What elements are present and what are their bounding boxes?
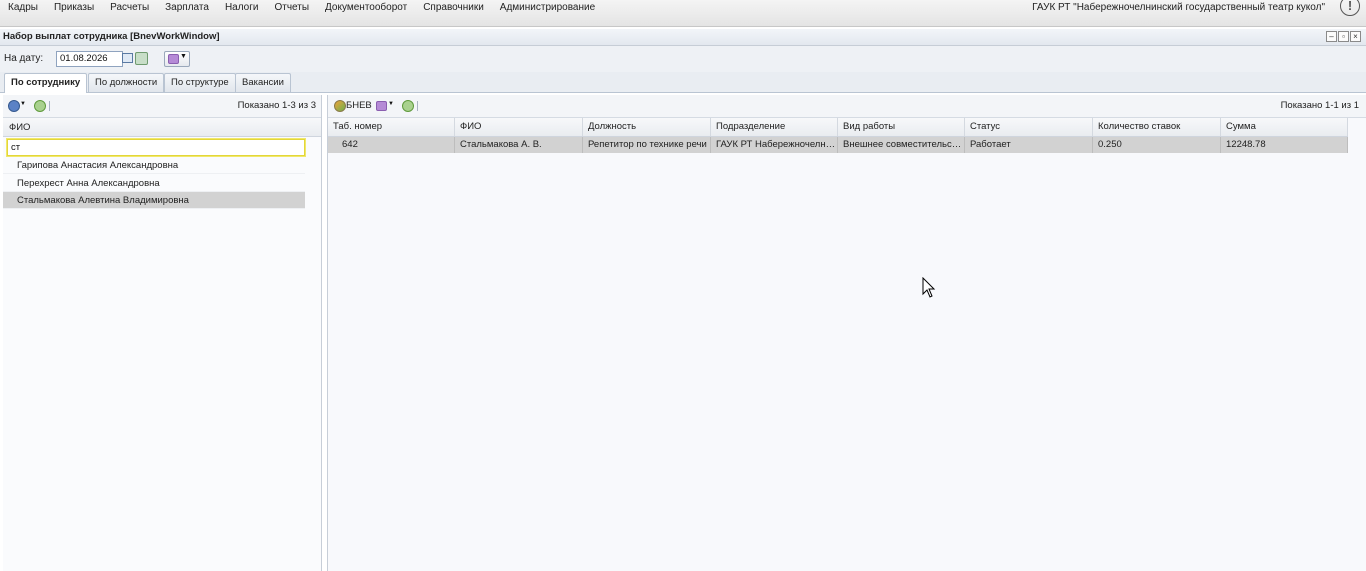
payments-toolbar: БНЕВ ▼ Показано 1-1 из 1 — [328, 95, 1366, 118]
organization-name: ГАУК РТ "Набережночелнинский государстве… — [1032, 2, 1325, 13]
actions-split-button[interactable]: ▼ — [164, 51, 190, 67]
chevron-down-icon: ▼ — [180, 53, 187, 60]
table-row[interactable]: 642 Стальмакова А. В. Репетитор по техни… — [328, 137, 1348, 153]
tabs-bar: По сотруднику По должности По структуре … — [0, 72, 1366, 93]
column-header-department[interactable]: Подразделение — [711, 118, 838, 136]
date-input[interactable]: 01.08.2026 — [56, 51, 123, 67]
mouse-cursor-icon — [922, 277, 936, 298]
cell-sum: 12248.78 — [1221, 137, 1348, 153]
refresh-icon[interactable] — [402, 100, 414, 112]
column-header-sum[interactable]: Сумма — [1221, 118, 1348, 136]
restore-icon[interactable]: ▫ — [1338, 31, 1349, 42]
payments-count: Показано 1-1 из 1 — [1280, 100, 1359, 111]
actions-icon[interactable] — [376, 101, 387, 111]
menu-item-raschety[interactable]: Расчеты — [102, 0, 157, 16]
close-icon[interactable]: × — [1350, 31, 1361, 42]
info-icon[interactable]: ! — [1340, 0, 1360, 16]
main-menubar: Кадры Приказы Расчеты Зарплата Налоги От… — [0, 0, 1366, 27]
refresh-date-icon[interactable] — [135, 52, 148, 65]
column-header-tab-number[interactable]: Таб. номер — [328, 118, 455, 136]
employee-row[interactable]: Перехрест Анна Александровна — [3, 175, 305, 192]
column-header-status[interactable]: Статус — [965, 118, 1093, 136]
payments-panel: БНЕВ ▼ Показано 1-1 из 1 Таб. номер ФИО … — [327, 95, 1366, 571]
menu-item-spravochniki[interactable]: Справочники — [415, 0, 492, 16]
bnev-button-label[interactable]: БНЕВ — [346, 100, 372, 111]
column-header-fio[interactable]: ФИО — [455, 118, 583, 136]
cell-tab-number: 642 — [328, 137, 455, 153]
main-menu: Кадры Приказы Расчеты Зарплата Налоги От… — [0, 0, 603, 16]
cell-fio: Стальмакова А. В. — [455, 137, 583, 153]
cell-status: Работает — [965, 137, 1093, 153]
tab-by-employee[interactable]: По сотруднику — [4, 73, 88, 93]
window-titlebar: Набор выплат сотрудника [BnevWorkWindow]… — [0, 29, 1366, 46]
toolbar-separator — [49, 101, 50, 111]
fio-search-input[interactable]: ст — [6, 138, 306, 157]
employee-column-header[interactable]: ФИО — [3, 118, 321, 137]
column-header-rate-count[interactable]: Количество ставок — [1093, 118, 1221, 136]
column-header-work-type[interactable]: Вид работы — [838, 118, 965, 136]
window-title: Набор выплат сотрудника [BnevWorkWindow] — [3, 31, 220, 42]
employee-panel: ▼ Показано 1-3 из 3 ФИО ст Гарипова Анас… — [3, 95, 322, 571]
column-header-position[interactable]: Должность — [583, 118, 711, 136]
menu-item-kadry[interactable]: Кадры — [0, 0, 46, 16]
refresh-icon[interactable] — [34, 100, 46, 112]
menu-icon[interactable] — [8, 100, 20, 112]
employee-toolbar: ▼ Показано 1-3 из 3 — [3, 95, 321, 118]
tab-by-position[interactable]: По должности — [88, 73, 165, 92]
employee-row[interactable]: Гарипова Анастасия Александровна — [3, 157, 305, 174]
cell-rate-count: 0.250 — [1093, 137, 1221, 153]
employee-count: Показано 1-3 из 3 — [237, 100, 316, 111]
menu-item-otchety[interactable]: Отчеты — [266, 0, 317, 16]
menu-item-nalogi[interactable]: Налоги — [217, 0, 267, 16]
calendar-icon[interactable] — [122, 53, 133, 63]
fio-column-label: ФИО — [9, 122, 31, 133]
menu-item-dokumentooborot[interactable]: Документооборот — [317, 0, 415, 16]
cell-work-type: Внешнее совместительство — [838, 137, 965, 153]
date-label: На дату: — [4, 53, 44, 64]
cell-position: Репетитор по технике речи — [583, 137, 711, 153]
tab-vacancies[interactable]: Вакансии — [235, 73, 291, 92]
menu-item-prikazy[interactable]: Приказы — [46, 0, 102, 16]
tab-by-structure[interactable]: По структуре — [164, 73, 236, 92]
employee-row-selected[interactable]: Стальмакова Алевтина Владимировна — [3, 192, 305, 209]
toolbar-separator — [417, 101, 418, 111]
minimize-icon[interactable]: – — [1326, 31, 1337, 42]
cell-department: ГАУК РТ Набережночелнинский государствен… — [711, 137, 838, 153]
payments-grid-header: Таб. номер ФИО Должность Подразделение В… — [328, 118, 1348, 137]
date-toolbar: На дату: 01.08.2026 ▼ — [0, 46, 1366, 73]
menu-item-zarplata[interactable]: Зарплата — [157, 0, 217, 16]
chevron-down-icon[interactable]: ▼ — [20, 101, 26, 107]
menu-item-administrirovanie[interactable]: Администрирование — [492, 0, 603, 16]
bnev-icon[interactable] — [334, 100, 346, 112]
actions-icon — [168, 54, 179, 64]
chevron-down-icon[interactable]: ▼ — [388, 101, 394, 107]
